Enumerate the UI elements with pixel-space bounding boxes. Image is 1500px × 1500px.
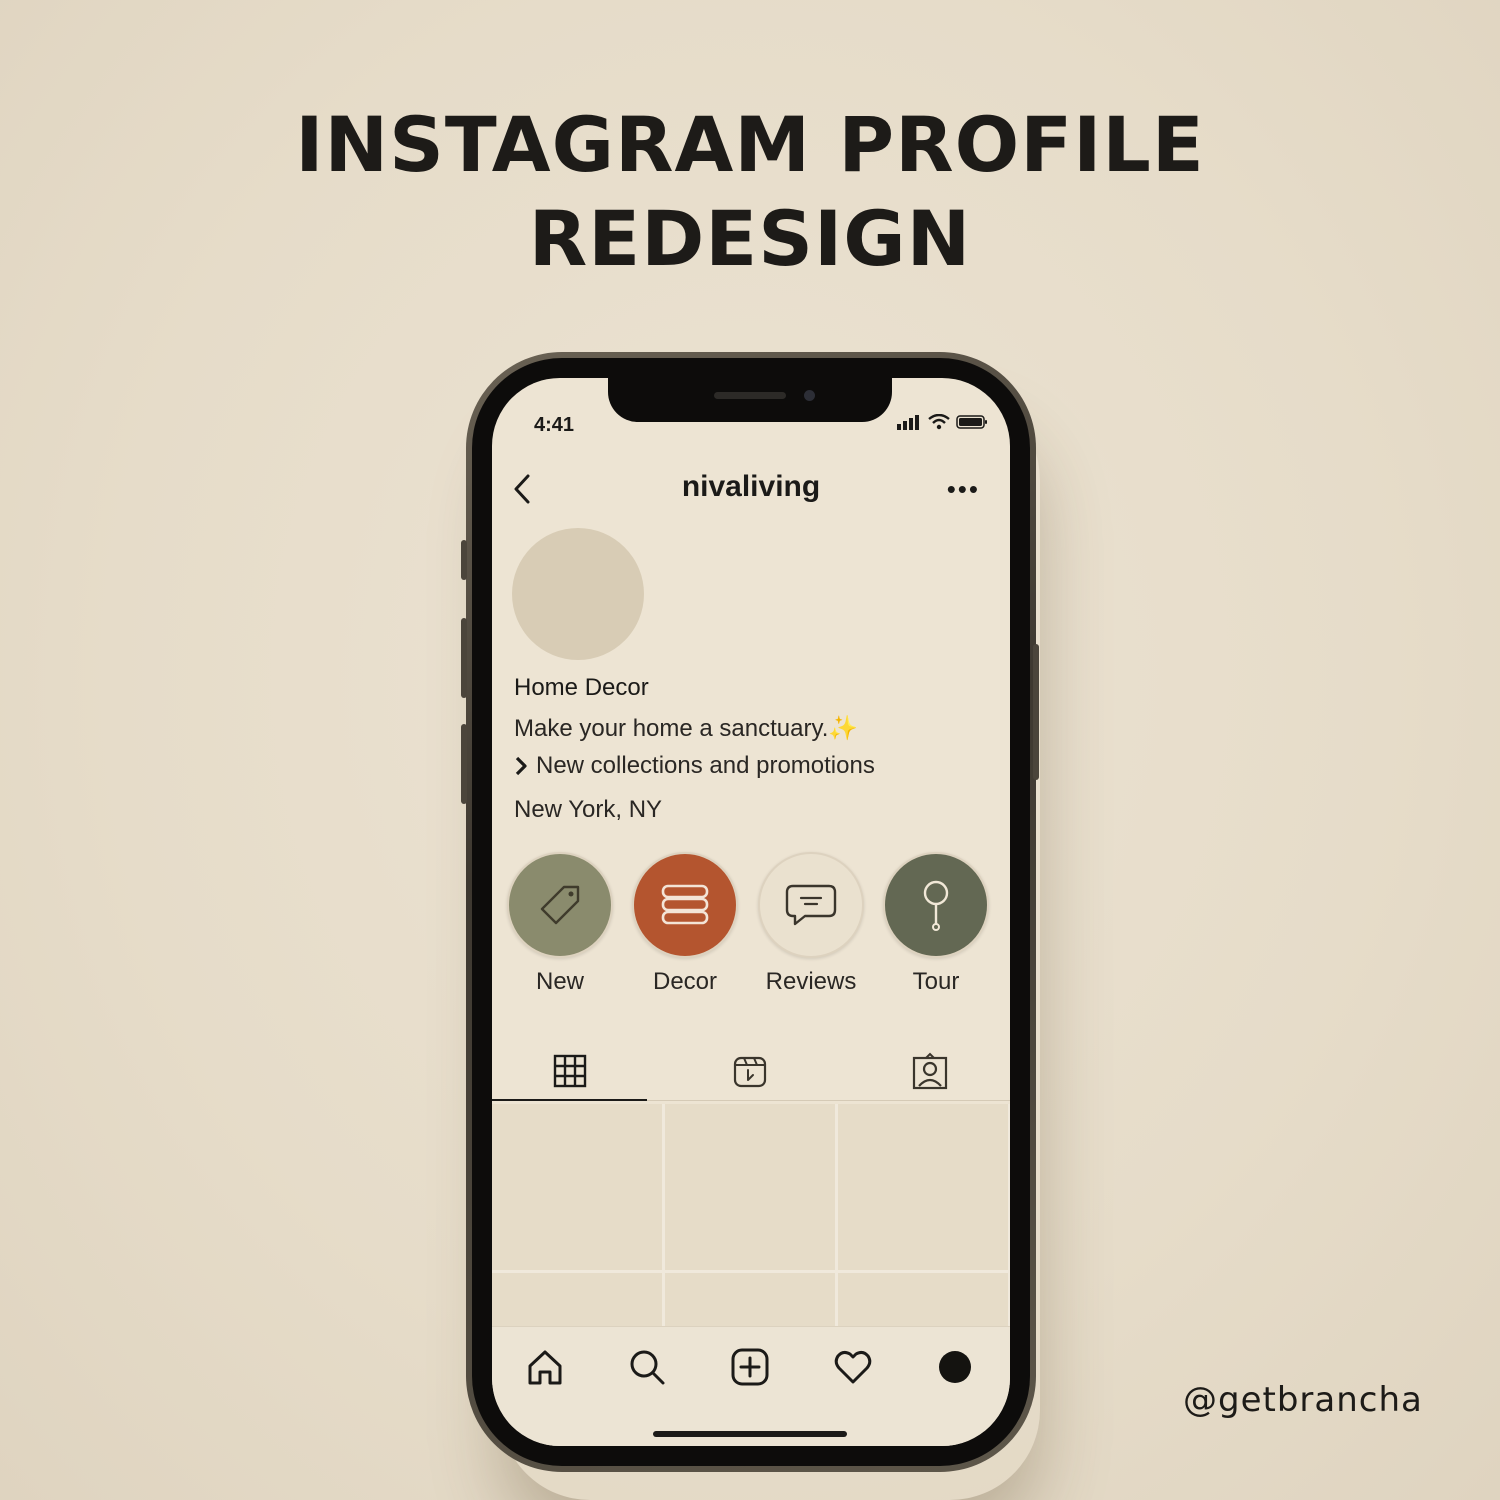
sparkles-icon: ✨: [828, 715, 859, 742]
nav-search[interactable]: [627, 1347, 667, 1387]
headline-line-1: INSTAGRAM PROFILE: [295, 100, 1205, 189]
bio-tagline-text: Make your home a sanctuary.: [514, 715, 829, 742]
phone-volume-up: [461, 618, 467, 698]
poster-headline: INSTAGRAM PROFILE REDESIGN: [0, 98, 1500, 286]
bio-location: New York, NY: [514, 796, 663, 823]
phone-screen: 4:41 nivaliving ••• Home Decor Make your…: [492, 378, 1010, 1446]
front-camera: [804, 390, 815, 401]
highlight-new-circle: [507, 852, 613, 958]
post-thumbnail[interactable]: [838, 1104, 1008, 1270]
creator-handle: @getbrancha: [1183, 1380, 1423, 1420]
post-thumbnail[interactable]: [665, 1273, 835, 1329]
post-thumbnail[interactable]: [492, 1273, 662, 1329]
highlight-tour-label: Tour: [912, 968, 960, 995]
tab-grid[interactable]: [492, 1042, 656, 1100]
tab-reels[interactable]: [664, 1042, 836, 1100]
create-icon: [731, 1348, 769, 1386]
home-indicator: [653, 1431, 847, 1437]
status-time: 4:41: [534, 414, 575, 436]
pin-icon: [923, 880, 949, 931]
highlight-decor-label: Decor: [652, 968, 718, 995]
highlight-new-label: New: [535, 968, 584, 995]
profile-avatar[interactable]: [512, 528, 644, 660]
headline-line-2: REDESIGN: [528, 194, 972, 283]
highlight-reviews[interactable]: Reviews: [756, 852, 866, 996]
tagged-person-icon: [912, 1052, 948, 1090]
stack-icon: [661, 884, 709, 925]
profile-tabs: [492, 1042, 1010, 1102]
phone-power-button: [1033, 644, 1039, 780]
status-icons: [896, 414, 988, 430]
cellular-signal-icon: [897, 415, 919, 430]
profile-username: nivaliving: [681, 470, 821, 503]
search-icon: [630, 1350, 665, 1385]
notch: [608, 378, 892, 422]
phone-volume-down: [461, 724, 467, 804]
grid-icon: [553, 1054, 587, 1088]
highlight-tour[interactable]: Tour: [881, 852, 991, 996]
post-thumbnail[interactable]: [838, 1273, 1008, 1329]
highlight-decor[interactable]: Decor: [630, 852, 740, 996]
reels-icon: [733, 1056, 767, 1088]
chat-bubble-icon: [785, 884, 837, 926]
highlight-reviews-circle: [758, 852, 864, 958]
highlight-reviews-label: Reviews: [765, 968, 857, 995]
wifi-icon: [928, 414, 950, 430]
home-icon: [528, 1350, 562, 1385]
bio-category: Home Decor: [514, 674, 649, 701]
tab-tagged[interactable]: [844, 1042, 1010, 1100]
bio-tagline: Make your home a sanctuary.✨: [514, 714, 858, 743]
chevron-right-icon: [515, 756, 527, 776]
highlight-tour-circle: [883, 852, 989, 958]
highlight-new[interactable]: New: [505, 852, 615, 996]
nav-create[interactable]: [730, 1347, 770, 1387]
bottom-navigation: [492, 1326, 1010, 1446]
phone-mute-switch: [461, 540, 467, 580]
profile-dot-icon: [939, 1351, 971, 1383]
post-thumbnail[interactable]: [665, 1104, 835, 1270]
nav-home[interactable]: [525, 1347, 565, 1387]
speaker-grille: [714, 392, 786, 399]
heart-icon: [834, 1350, 872, 1384]
tab-active-indicator: [492, 1099, 647, 1101]
tag-icon: [540, 885, 580, 925]
bio-link[interactable]: New collections and promotions: [514, 752, 875, 780]
battery-icon: [956, 415, 987, 429]
post-grid: [492, 1104, 1010, 1329]
highlight-decor-circle: [632, 852, 738, 958]
post-thumbnail[interactable]: [492, 1104, 662, 1270]
nav-activity[interactable]: [833, 1347, 873, 1387]
more-options-icon[interactable]: •••: [947, 474, 980, 505]
bio-link-text: New collections and promotions: [536, 752, 875, 779]
nav-profile[interactable]: [935, 1347, 975, 1387]
